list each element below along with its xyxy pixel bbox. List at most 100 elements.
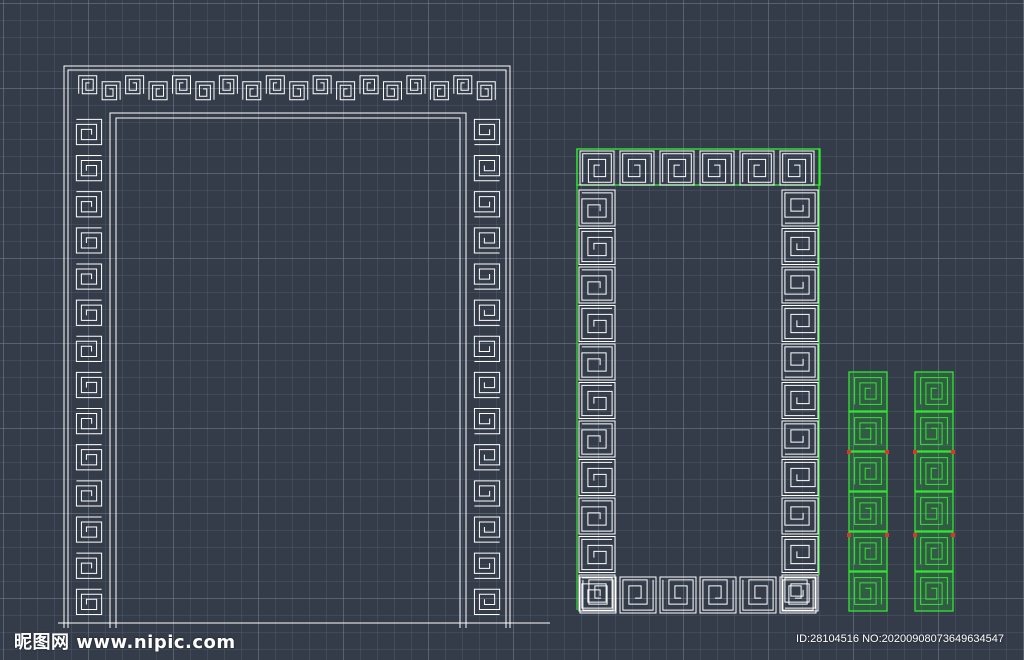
fret-tile bbox=[742, 579, 774, 611]
tile-border bbox=[781, 343, 819, 381]
fret-tile bbox=[581, 423, 613, 455]
tile-border bbox=[578, 266, 616, 304]
fret-tile bbox=[473, 118, 501, 146]
fret-tile bbox=[75, 263, 103, 290]
tile-border bbox=[781, 228, 819, 265]
tile-border bbox=[781, 420, 819, 458]
fret-tile bbox=[383, 81, 402, 101]
fret-tile bbox=[473, 263, 501, 290]
fret-tile bbox=[473, 480, 501, 507]
fret-tile bbox=[75, 516, 103, 543]
fret-tile bbox=[581, 230, 613, 263]
fret-tile bbox=[742, 153, 772, 183]
fret-tile bbox=[581, 192, 613, 224]
fret-tile bbox=[75, 588, 103, 615]
fret-tile bbox=[75, 118, 103, 146]
fret-tile bbox=[782, 579, 814, 611]
outer-contour bbox=[63, 65, 511, 628]
fret-tile bbox=[473, 408, 501, 435]
fret-tile bbox=[581, 538, 613, 571]
fret-tile bbox=[406, 75, 426, 95]
fret-tile bbox=[473, 227, 501, 254]
fret-tile bbox=[784, 346, 816, 378]
fret-tile bbox=[75, 408, 103, 435]
fret-tile bbox=[702, 579, 734, 611]
fret-tile bbox=[702, 153, 732, 183]
fret-tile bbox=[784, 192, 816, 224]
tile-border bbox=[578, 497, 616, 535]
fret-tile bbox=[473, 444, 501, 471]
fret-tile bbox=[312, 75, 332, 95]
fret-tile bbox=[453, 75, 473, 95]
grip-marker bbox=[913, 450, 917, 454]
tile-border bbox=[779, 150, 815, 186]
fret-tile bbox=[473, 155, 501, 182]
fret-tile bbox=[75, 552, 103, 579]
fret-tile bbox=[473, 191, 501, 218]
fret-tile bbox=[218, 75, 238, 95]
fret-tile bbox=[784, 230, 816, 263]
fret-tile bbox=[75, 227, 103, 254]
fret-tile bbox=[75, 191, 103, 218]
tile-border bbox=[659, 576, 697, 614]
fret-tile bbox=[125, 75, 145, 95]
inner-contour bbox=[109, 112, 467, 628]
vertical-strip-2[interactable] bbox=[913, 371, 955, 612]
vertical-strip-1[interactable] bbox=[847, 371, 889, 612]
fret-tile bbox=[359, 75, 379, 95]
fret-tile bbox=[476, 81, 496, 101]
fret-tile bbox=[75, 335, 103, 362]
fret-tile bbox=[265, 75, 285, 95]
outer-contour-2 bbox=[67, 69, 507, 628]
large-fretwork-door-frame[interactable] bbox=[58, 65, 550, 628]
fret-tile bbox=[784, 461, 816, 494]
fret-tile bbox=[784, 307, 816, 340]
grip-marker bbox=[885, 450, 889, 454]
tile-built-frame[interactable] bbox=[576, 148, 821, 614]
fret-tile bbox=[473, 371, 501, 399]
fret-tile bbox=[195, 81, 215, 101]
tile-border bbox=[578, 305, 616, 342]
fret-tile bbox=[473, 552, 501, 579]
tile-border bbox=[578, 189, 616, 227]
fret-tile bbox=[581, 384, 613, 417]
fret-tile bbox=[473, 299, 501, 326]
fret-tile bbox=[289, 81, 309, 101]
grip-marker bbox=[951, 533, 955, 537]
fret-tile bbox=[172, 75, 191, 95]
fret-tile bbox=[784, 538, 816, 571]
tile-border bbox=[739, 150, 775, 186]
tile-border bbox=[781, 497, 819, 535]
watermark-id: ID:28104516 NO:20200908073649634547 bbox=[796, 633, 1004, 645]
fret-tile bbox=[581, 500, 613, 532]
tile-border bbox=[659, 150, 695, 186]
fret-tile bbox=[582, 153, 612, 183]
tile-border bbox=[699, 150, 735, 186]
tile-border bbox=[578, 536, 616, 573]
fret-tile bbox=[581, 307, 613, 340]
fret-tile bbox=[622, 579, 654, 611]
selection-outline-top bbox=[576, 148, 821, 186]
tile-border bbox=[739, 576, 777, 614]
fret-tile bbox=[622, 153, 652, 183]
fret-tile bbox=[581, 346, 613, 378]
fret-tile bbox=[581, 269, 613, 301]
fret-tile bbox=[473, 335, 501, 362]
tile-border bbox=[781, 382, 819, 419]
fret-tile bbox=[75, 371, 103, 399]
fret-tile bbox=[75, 444, 103, 471]
cad-drawing-canvas[interactable] bbox=[0, 0, 1024, 660]
tile-border bbox=[699, 576, 737, 614]
fret-tile bbox=[782, 153, 812, 183]
fret-tile bbox=[784, 577, 816, 609]
fret-tile bbox=[581, 461, 613, 494]
fret-tile bbox=[336, 81, 356, 101]
tile-border bbox=[578, 382, 616, 419]
fret-tile bbox=[473, 516, 501, 543]
fret-tile bbox=[101, 81, 121, 101]
grip-marker bbox=[885, 533, 889, 537]
tile-border bbox=[619, 576, 657, 614]
fret-tile bbox=[429, 81, 449, 101]
fret-tile bbox=[784, 423, 816, 455]
tile-border bbox=[781, 189, 819, 227]
